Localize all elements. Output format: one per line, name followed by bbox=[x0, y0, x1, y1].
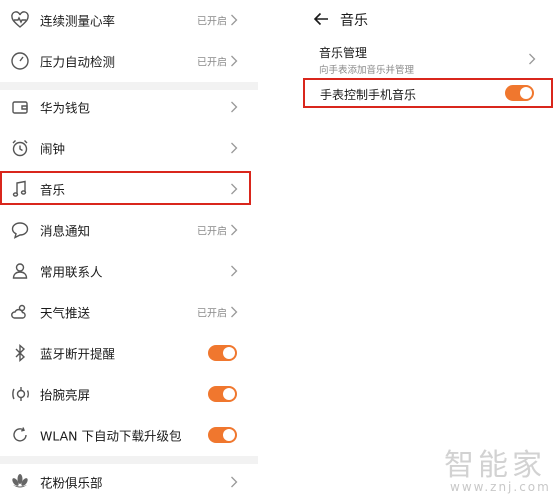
list-item-label: 抬腕亮屏 bbox=[40, 387, 91, 403]
chevron-right-icon bbox=[231, 142, 238, 154]
list-item-heart-rate[interactable]: 连续测量心率 已开启 bbox=[0, 0, 258, 40]
watermark-text: 智能家 bbox=[444, 448, 546, 483]
toggle-knob bbox=[223, 388, 235, 400]
music-item-highlight bbox=[0, 171, 251, 205]
raise-wrist-toggle[interactable] bbox=[208, 386, 237, 402]
list-item-wallet[interactable]: 华为钱包 bbox=[0, 87, 258, 127]
watch-control-highlight bbox=[303, 78, 553, 108]
gauge-icon bbox=[9, 50, 31, 72]
chevron-right-icon bbox=[231, 14, 238, 26]
chevron-right-icon bbox=[231, 101, 238, 113]
list-item-contacts[interactable]: 常用联系人 bbox=[0, 251, 258, 291]
music-management-title: 音乐管理 bbox=[319, 46, 368, 60]
chevron-right-icon bbox=[231, 265, 238, 277]
person-icon bbox=[9, 260, 31, 282]
status-text: 已开启 bbox=[197, 16, 227, 28]
list-item-label: 压力自动检测 bbox=[40, 54, 116, 70]
flower-icon bbox=[9, 471, 31, 493]
watermark-logo: 智能家 www.znj.com bbox=[444, 440, 554, 500]
weather-icon bbox=[9, 301, 31, 323]
bluetooth-icon bbox=[9, 342, 31, 364]
list-item-label: 连续测量心率 bbox=[40, 13, 116, 29]
alarm-clock-icon bbox=[9, 137, 31, 159]
list-item-alarm[interactable]: 闹钟 bbox=[0, 128, 258, 168]
list-item-label: 常用联系人 bbox=[40, 264, 103, 280]
heart-rate-icon bbox=[9, 9, 31, 31]
list-item-label: 华为钱包 bbox=[40, 100, 91, 116]
chat-bubble-icon bbox=[9, 219, 31, 241]
chevron-right-icon bbox=[231, 306, 238, 318]
wallet-icon bbox=[9, 96, 31, 118]
music-management-subtitle: 向手表添加音乐并管理 bbox=[319, 65, 415, 76]
raise-wrist-icon bbox=[9, 383, 31, 405]
watermark-url: www.znj.com bbox=[450, 480, 551, 494]
status-text: 已开启 bbox=[197, 308, 227, 320]
list-item-stress[interactable]: 压力自动检测 已开启 bbox=[0, 41, 258, 81]
list-item-raise-wrist[interactable]: 抬腕亮屏 bbox=[0, 374, 258, 414]
chevron-right-icon bbox=[231, 224, 238, 236]
refresh-icon bbox=[9, 424, 31, 446]
list-item-label: 消息通知 bbox=[40, 223, 91, 239]
back-arrow-icon[interactable] bbox=[312, 10, 330, 28]
status-text: 已开启 bbox=[197, 57, 227, 69]
list-item-notifications[interactable]: 消息通知 已开启 bbox=[0, 210, 258, 250]
list-item-label: WLAN 下自动下载升级包 bbox=[40, 428, 182, 444]
list-item-fan-club[interactable]: 花粉俱乐部 bbox=[0, 462, 258, 502]
toggle-knob bbox=[223, 347, 235, 359]
list-item-weather[interactable]: 天气推送 已开启 bbox=[0, 292, 258, 332]
list-item-label: 天气推送 bbox=[40, 305, 91, 321]
bluetooth-alert-toggle[interactable] bbox=[208, 345, 237, 361]
toggle-knob bbox=[223, 429, 235, 441]
chevron-right-icon bbox=[231, 55, 238, 67]
list-item-bluetooth-alert[interactable]: 蓝牙断开提醒 bbox=[0, 333, 258, 373]
settings-list-panel: 连续测量心率 已开启 压力自动检测 已开启 华为钱包 闹钟 音乐 消息通知 已开… bbox=[0, 0, 258, 504]
list-item-wlan-auto-download[interactable]: WLAN 下自动下载升级包 bbox=[0, 415, 258, 455]
chevron-right-icon bbox=[529, 53, 536, 65]
list-item-label: 花粉俱乐部 bbox=[40, 475, 103, 491]
wlan-auto-download-toggle[interactable] bbox=[208, 427, 237, 443]
chevron-right-icon bbox=[231, 476, 238, 488]
list-item-label: 闹钟 bbox=[40, 141, 66, 157]
list-item-label: 蓝牙断开提醒 bbox=[40, 346, 116, 362]
page-title: 音乐 bbox=[340, 13, 368, 29]
status-text: 已开启 bbox=[197, 226, 227, 238]
